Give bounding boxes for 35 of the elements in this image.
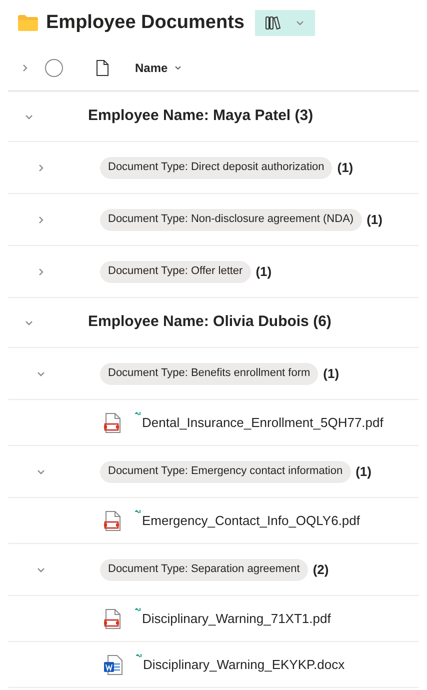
pdf-file-icon: [104, 510, 122, 530]
library-icon: [264, 15, 280, 31]
group-chip: Document Type: Benefits enrollment form: [100, 362, 318, 384]
name-column-header[interactable]: Name: [135, 59, 182, 77]
group-header: Employee Name: Olivia Dubois (6): [88, 312, 332, 332]
item-count: (1): [337, 158, 354, 177]
group-chip: Document Type: Separation agreement: [100, 558, 308, 580]
pdf-file-icon: [104, 412, 122, 432]
file-name-link[interactable]: Emergency_Contact_Info_OQLY6.pdf: [142, 510, 360, 530]
select-all-checkbox[interactable]: [45, 59, 63, 77]
sort-chevron-icon: [174, 64, 182, 72]
file-name-link[interactable]: Dental_Insurance_Enrollment_5QH77.pdf: [142, 412, 384, 432]
view-switcher-button[interactable]: [254, 10, 314, 36]
chevron-right-icon[interactable]: [36, 214, 46, 224]
group-chip: Document Type: Offer letter: [100, 260, 251, 282]
pdf-file-icon: [104, 608, 122, 628]
group-chip: Document Type: Emergency contact information: [100, 460, 351, 482]
folder-icon: [18, 15, 38, 31]
item-count: (1): [356, 462, 372, 481]
file-name-link[interactable]: Disciplinary_Warning_71XT1.pdf: [142, 608, 331, 628]
file-name-link[interactable]: Disciplinary_Warning_EKYKP.docx: [143, 654, 345, 674]
group-chip: Document Type: Non-disclosure agreement (NDA): [100, 208, 362, 230]
item-count: (1): [366, 210, 382, 229]
chevron-right-icon[interactable]: [36, 162, 46, 172]
item-count: (1): [323, 364, 340, 383]
library-title: Employee Documents: [46, 10, 244, 35]
word-file-icon: [104, 654, 123, 674]
item-count: (1): [256, 262, 272, 281]
file-type-icon: [96, 60, 109, 76]
item-count: (2): [312, 560, 329, 579]
chevron-down-icon[interactable]: [294, 18, 304, 28]
group-header: Employee Name: Maya Patel (3): [88, 106, 314, 126]
chevron-right-icon[interactable]: [36, 266, 46, 276]
group-chip: Document Type: Direct deposit authorization: [100, 156, 332, 178]
chevron-right-icon[interactable]: [20, 63, 30, 73]
